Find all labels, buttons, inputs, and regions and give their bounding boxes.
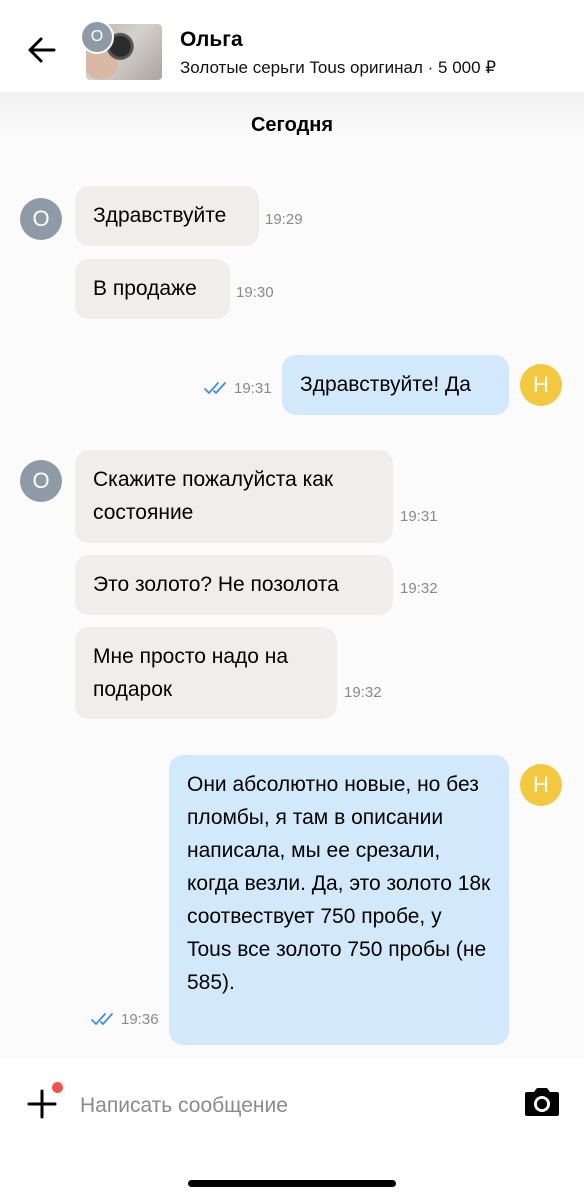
message-time: 19:31 [400,508,438,525]
incoming-message[interactable]: В продаже [75,259,230,319]
date-separator: Сегодня [250,114,334,136]
my-avatar: Н [520,364,562,406]
incoming-message[interactable]: Мне просто надо на подарок [75,627,337,719]
camera-icon[interactable] [522,1086,562,1118]
my-avatar: Н [520,764,562,806]
notification-dot [52,1082,63,1093]
home-indicator [188,1180,396,1187]
message-time: 19:32 [400,580,438,597]
contact-name[interactable]: Ольга [180,28,243,52]
plus-icon[interactable] [26,1088,58,1120]
contact-avatar: О [80,20,114,54]
message-time: 19:32 [344,684,382,701]
incoming-message[interactable]: Здравствуйте [75,186,259,246]
incoming-message[interactable]: Скажите пожалуйста как состояние [75,450,393,543]
outgoing-message[interactable]: Они абсолютно новые, но без пломбы, я та… [169,755,509,1045]
sender-avatar: О [20,198,62,240]
sender-avatar: О [20,460,62,502]
message-input[interactable] [80,1088,480,1124]
double-check-icon [91,1013,113,1025]
composer-bar [0,1058,584,1200]
message-time: 19:29 [265,211,303,228]
message-time: 19:36 [121,1011,159,1028]
message-time: 19:30 [236,284,274,301]
listing-title[interactable]: Золотые серьги Tous оригинал · 5 000 ₽ [180,58,496,78]
message-time: 19:31 [234,380,272,397]
arrow-left-icon[interactable] [24,32,60,68]
chat-header: О Ольга Золотые серьги Tous оригинал · 5… [0,0,584,92]
incoming-message[interactable]: Это золото? Не позолота [75,555,393,615]
outgoing-message[interactable]: Здравствуйте! Да [282,355,509,415]
double-check-icon [204,382,226,394]
